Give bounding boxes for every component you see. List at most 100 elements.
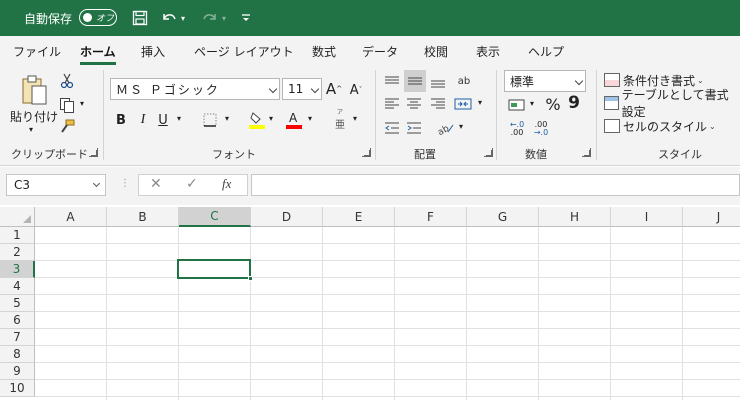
column-header-f[interactable]: F	[395, 207, 467, 227]
wrap-text-icon[interactable]: ab	[454, 70, 474, 92]
format-as-table-button[interactable]: テーブルとして書式設定	[604, 88, 740, 119]
gridline	[610, 227, 611, 400]
worksheet-grid[interactable]: ABCDEFGHIJ 1 2 3 4 5 6 7 8 9 10	[0, 205, 740, 400]
row-header-4[interactable]: 4	[0, 278, 35, 295]
undo-dropdown-icon[interactable]: ▾	[181, 0, 185, 36]
row-header-3[interactable]: 3	[0, 261, 35, 278]
fill-color-icon[interactable]	[248, 109, 266, 131]
enter-icon[interactable]: ✓	[186, 176, 198, 192]
column-header-g[interactable]: G	[467, 207, 539, 227]
autosave-toggle[interactable]: オフ	[79, 9, 117, 26]
row-header-10[interactable]: 10	[0, 380, 35, 397]
furigana-dropdown-icon[interactable]: ▾	[353, 114, 357, 123]
align-middle-icon[interactable]	[404, 70, 426, 92]
align-bottom-icon[interactable]	[428, 72, 448, 92]
row-header-9[interactable]: 9	[0, 363, 35, 380]
formula-bar-grip-icon[interactable]: ⋮	[120, 178, 130, 189]
formula-input[interactable]	[251, 174, 740, 196]
number-format-combo[interactable]: 標準	[504, 70, 586, 92]
select-all-button[interactable]	[0, 207, 35, 227]
copy-dropdown-icon[interactable]: ▾	[80, 99, 84, 108]
tab-formulas[interactable]: 数式	[312, 43, 336, 60]
align-right-icon[interactable]	[428, 94, 448, 114]
underline-dropdown-icon[interactable]: ▾	[177, 114, 181, 123]
gridline	[35, 243, 740, 244]
paste-icon[interactable]	[18, 74, 50, 106]
furigana-button[interactable]: ア亜	[332, 108, 348, 131]
column-header-c[interactable]: C	[179, 207, 251, 227]
decrease-decimal-button[interactable]: .00 →.0	[530, 120, 552, 138]
shrink-font-button[interactable]: Aˇ	[347, 80, 365, 100]
font-color-dropdown-icon[interactable]: ▾	[308, 114, 312, 123]
font-dialog-launcher-icon[interactable]	[362, 148, 371, 157]
active-cell[interactable]	[177, 259, 253, 281]
column-header-a[interactable]: A	[35, 207, 107, 227]
gridline	[35, 260, 740, 261]
undo-icon[interactable]	[158, 0, 180, 36]
row-header-6[interactable]: 6	[0, 312, 35, 329]
customize-qat-icon[interactable]	[235, 0, 257, 36]
row-header-2[interactable]: 2	[0, 244, 35, 261]
insert-function-icon[interactable]: fx	[222, 176, 231, 192]
align-left-icon[interactable]	[382, 94, 402, 114]
orientation-icon[interactable]: ab	[436, 118, 456, 138]
row-header-5[interactable]: 5	[0, 295, 35, 312]
align-center-icon[interactable]	[404, 94, 424, 114]
format-painter-icon[interactable]	[58, 118, 76, 136]
tab-home[interactable]: ホーム	[80, 43, 116, 60]
alignment-dialog-launcher-icon[interactable]	[484, 148, 493, 157]
tab-view[interactable]: 表示	[476, 43, 500, 60]
merge-dropdown-icon[interactable]: ▾	[478, 98, 482, 107]
tab-page-layout[interactable]: ページ レイアウト	[194, 43, 294, 60]
bold-button[interactable]: B	[112, 110, 130, 130]
font-name-combo[interactable]: ＭＳ Ｐゴシック	[110, 78, 280, 100]
paste-dropdown-icon[interactable]: ▾	[29, 125, 33, 134]
number-dialog-launcher-icon[interactable]	[582, 148, 591, 157]
font-color-icon[interactable]: A	[285, 109, 303, 131]
percent-button[interactable]: %	[542, 93, 564, 115]
underline-button[interactable]: U	[155, 110, 171, 130]
save-icon[interactable]	[129, 0, 151, 36]
decrease-indent-icon[interactable]	[382, 118, 402, 138]
align-top-icon[interactable]	[382, 72, 402, 92]
orientation-dropdown-icon[interactable]: ▾	[459, 122, 463, 131]
currency-icon[interactable]	[506, 95, 528, 115]
column-header-d[interactable]: D	[251, 207, 323, 227]
tab-insert[interactable]: 挿入	[141, 43, 165, 60]
tab-help[interactable]: ヘルプ	[528, 43, 564, 60]
row-header-1[interactable]: 1	[0, 227, 35, 244]
copy-icon[interactable]	[58, 96, 76, 114]
name-box[interactable]: C3	[6, 174, 106, 196]
cancel-icon[interactable]: ✕	[150, 176, 162, 192]
column-header-j[interactable]: J	[683, 207, 740, 227]
grow-font-button[interactable]: A ^	[325, 78, 343, 100]
gridline	[394, 227, 395, 400]
tab-review[interactable]: 校閲	[424, 43, 448, 60]
gridline	[682, 227, 683, 400]
tab-file[interactable]: ファイル	[13, 43, 61, 60]
currency-dropdown-icon[interactable]: ▾	[530, 99, 534, 108]
gridline	[322, 227, 323, 400]
format-as-table-label: テーブルとして書式設定	[621, 88, 729, 119]
merge-center-icon[interactable]	[452, 94, 474, 114]
borders-icon[interactable]	[201, 110, 219, 130]
cell-styles-button[interactable]: セルのスタイル ⌄	[604, 116, 716, 136]
column-header-e[interactable]: E	[323, 207, 395, 227]
column-header-i[interactable]: I	[611, 207, 683, 227]
increase-decimal-button[interactable]: ←.0.00	[506, 120, 528, 138]
paste-label[interactable]: 貼り付け	[10, 108, 58, 125]
borders-dropdown-icon[interactable]: ▾	[225, 114, 229, 123]
italic-button[interactable]: I	[135, 110, 151, 130]
column-header-h[interactable]: H	[539, 207, 611, 227]
increase-indent-icon[interactable]	[404, 118, 424, 138]
clipboard-dialog-launcher-icon[interactable]	[89, 148, 98, 157]
tab-data[interactable]: データ	[362, 43, 398, 60]
column-header-b[interactable]: B	[107, 207, 179, 227]
comma-button[interactable]: 9	[567, 92, 581, 114]
row-header-7[interactable]: 7	[0, 329, 35, 346]
row-header-8[interactable]: 8	[0, 346, 35, 363]
cut-icon[interactable]	[58, 72, 76, 90]
fill-color-dropdown-icon[interactable]: ▾	[269, 114, 273, 123]
fill-handle[interactable]	[248, 276, 253, 281]
font-size-combo[interactable]: 11	[282, 78, 322, 100]
